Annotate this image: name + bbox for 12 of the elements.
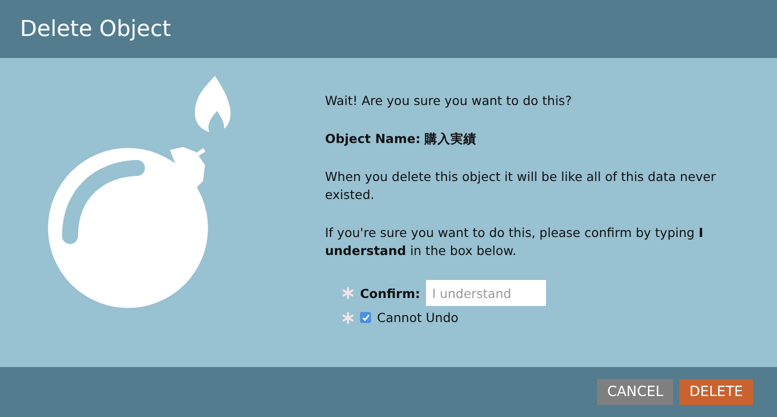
dialog-title: Delete Object — [20, 16, 171, 42]
instruction-text: If you're sure you want to do this, please confirm by typing I understand in the box below. — [325, 224, 704, 260]
object-name-label: Object Name: — [325, 131, 420, 146]
warning-text: When you delete this object it will be like all of this data never existed. — [325, 168, 717, 204]
object-name-value: 購入実績 — [424, 131, 476, 146]
confirm-label: Confirm: — [360, 286, 420, 300]
confirm-field[interactable]: I understand — [426, 280, 546, 306]
intro-text: Wait! Are you sure you want to do this? — [325, 92, 573, 110]
cancel-button[interactable]: CANCEL — [597, 379, 674, 405]
checkbox[interactable] — [360, 312, 371, 323]
checkbox-label: Cannot Undo — [377, 310, 458, 325]
delete-button[interactable]: DELETE — [679, 379, 753, 405]
